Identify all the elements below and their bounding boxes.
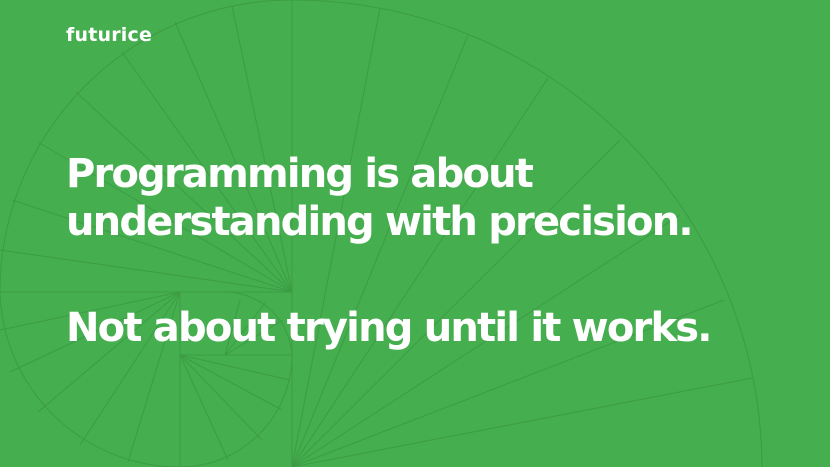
quote-spacer	[66, 246, 806, 304]
quote-text: Programming is about understanding with …	[66, 150, 806, 352]
quote-line-3: Not about trying until it works.	[66, 305, 712, 351]
slide: futurice Programming is about understand…	[0, 0, 830, 467]
quote-line-1: Programming is about	[66, 151, 534, 197]
quote-line-2: understanding with precision.	[66, 199, 694, 245]
futurice-logo: futurice	[66, 24, 153, 46]
